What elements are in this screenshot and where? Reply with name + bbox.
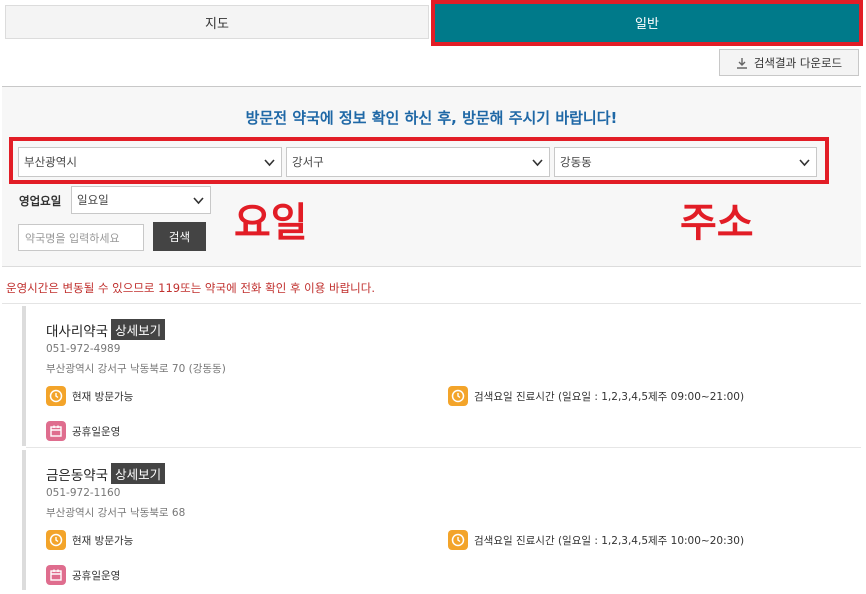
visit-status-text: 현재 방문가능: [72, 534, 134, 547]
pharmacy-result-card: 금은동약국 상세보기 051-972-1160 부산광역시 강서구 낙동북로 6…: [22, 450, 861, 590]
business-day-value: 일요일: [77, 193, 109, 207]
pharmacy-phone: 051-972-1160: [46, 487, 121, 499]
city-select-value: 부산광역시: [24, 155, 77, 169]
chevron-down-icon: [532, 159, 543, 167]
tab-general[interactable]: 일반: [434, 3, 860, 42]
holiday-operation-text: 공휴일운영: [72, 425, 121, 438]
view-detail-button[interactable]: 상세보기: [111, 463, 166, 484]
download-results-button[interactable]: 검색결과 다운로드: [719, 49, 859, 76]
clock-icon: [448, 530, 468, 550]
pharmacy-title: 금은동약국 상세보기: [46, 463, 166, 484]
calendar-icon: [46, 421, 66, 441]
search-placeholder: 약국명을 입력하세요: [25, 231, 120, 245]
pharmacy-address: 부산광역시 강서구 낙동북로 68: [46, 507, 186, 519]
pharmacy-title: 대사리약국 상세보기: [46, 319, 166, 340]
download-label: 검색결과 다운로드: [753, 55, 843, 70]
clock-icon: [46, 386, 66, 406]
operating-hours-warning: 운영시간은 변동될 수 있으므로 119또는 약국에 전화 확인 후 이용 바랍…: [6, 281, 375, 295]
dong-select-value: 강동동: [560, 155, 592, 169]
pharmacy-search-input[interactable]: 약국명을 입력하세요: [18, 224, 144, 251]
business-day-select[interactable]: 일요일: [71, 186, 211, 214]
pharmacy-phone: 051-972-4989: [46, 343, 121, 355]
search-day-hours-text: 검색요일 진료시간 (일요일 : 1,2,3,4,5제주 10:00~20:30…: [474, 534, 745, 547]
pharmacy-address: 부산광역시 강서구 낙동북로 70 (강동동): [46, 363, 226, 375]
tab-map[interactable]: 지도: [5, 5, 429, 39]
clock-icon: [46, 530, 66, 550]
holiday-operation-text: 공휴일운영: [72, 569, 121, 582]
calendar-icon: [46, 565, 66, 585]
clock-icon: [448, 386, 468, 406]
search-day-hours: 검색요일 진료시간 (일요일 : 1,2,3,4,5제주 09:00~21:00…: [448, 386, 744, 406]
view-detail-button[interactable]: 상세보기: [111, 319, 166, 340]
search-button[interactable]: 검색: [153, 222, 206, 251]
pharmacy-result-card: 대사리약국 상세보기 051-972-4989 부산광역시 강서구 낙동북로 7…: [22, 306, 861, 448]
chevron-down-icon: [799, 159, 810, 167]
visit-status-text: 현재 방문가능: [72, 390, 134, 403]
district-select-value: 강서구: [292, 155, 324, 169]
search-day-hours-text: 검색요일 진료시간 (일요일 : 1,2,3,4,5제주 09:00~21:00…: [474, 390, 745, 403]
holiday-operation: 공휴일운영: [46, 565, 120, 585]
pharmacy-name: 대사리약국: [46, 323, 109, 340]
visit-status: 현재 방문가능: [46, 386, 133, 406]
divider: [2, 303, 861, 304]
visit-notice: 방문전 약국에 정보 확인 하신 후, 방문해 주시기 바랍니다!: [245, 109, 618, 127]
search-day-hours: 검색요일 진료시간 (일요일 : 1,2,3,4,5제주 10:00~20:30…: [448, 530, 744, 550]
holiday-operation: 공휴일운영: [46, 421, 120, 441]
card-divider: [26, 447, 861, 448]
chevron-down-icon: [264, 159, 275, 167]
visit-status: 현재 방문가능: [46, 530, 133, 550]
district-select[interactable]: 강서구: [286, 147, 550, 177]
city-select[interactable]: 부산광역시: [18, 147, 282, 177]
business-day-label: 영업요일: [19, 194, 62, 208]
chevron-down-icon: [193, 197, 204, 205]
annotation-day-text: 요일: [234, 200, 308, 246]
annotation-address-text: 주소: [680, 200, 754, 246]
tab-bar: 지도 일반: [0, 0, 866, 48]
dong-select[interactable]: 강동동: [554, 147, 817, 177]
download-icon: [736, 57, 747, 69]
pharmacy-name: 금은동약국: [46, 467, 109, 484]
